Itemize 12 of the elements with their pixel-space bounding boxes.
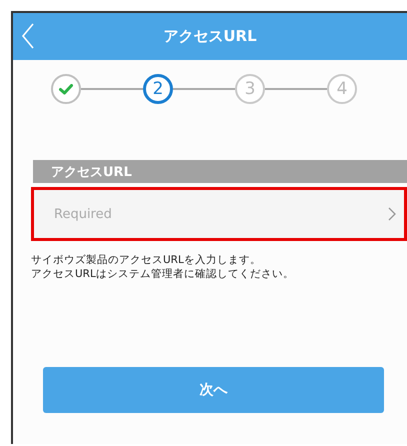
step-indicator: 4: [327, 74, 357, 104]
description-text: サイボウズ製品のアクセスURLを入力します。: [31, 253, 262, 267]
next-button[interactable]: 次へ: [43, 367, 384, 413]
step-indicator: 2: [143, 74, 173, 104]
back-icon[interactable]: [21, 23, 35, 49]
description-text: アクセスURLはシステム管理者に確認してください。: [31, 267, 295, 281]
url-field[interactable]: Required: [31, 187, 407, 241]
chevron-icon: [388, 207, 396, 221]
section-header: アクセスURL: [33, 160, 407, 183]
screen-title: アクセスURL: [163, 27, 257, 46]
check-icon: [59, 84, 73, 94]
step-indicator: 3: [235, 74, 265, 104]
